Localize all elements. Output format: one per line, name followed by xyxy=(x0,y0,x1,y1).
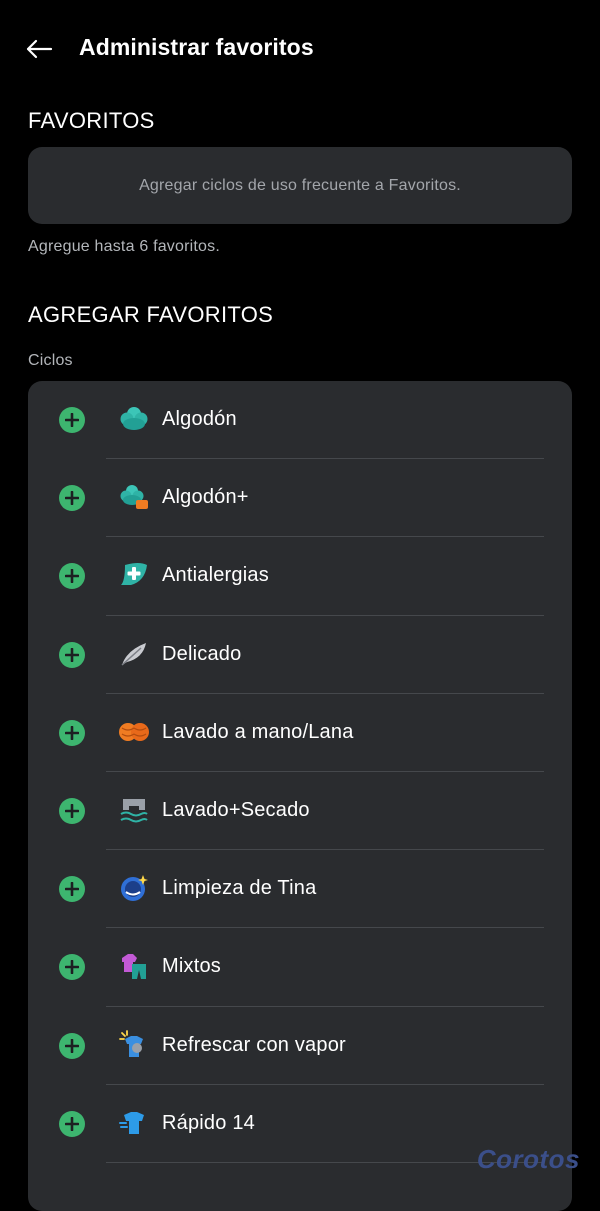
list-item[interactable]: Antialergias xyxy=(28,537,572,616)
add-circle-icon[interactable] xyxy=(59,719,85,746)
quick-shirt-icon xyxy=(118,1107,150,1139)
item-label: Algodón xyxy=(162,408,237,430)
add-circle-icon[interactable] xyxy=(59,1032,85,1059)
back-button[interactable] xyxy=(20,30,58,68)
list-item[interactable]: Mixtos xyxy=(28,928,572,1007)
list-item[interactable]: Algodón+ xyxy=(28,459,572,538)
item-label: Limpieza de Tina xyxy=(162,877,317,900)
top-bar: Administrar favoritos xyxy=(0,0,600,96)
page-title: Administrar favoritos xyxy=(79,34,314,60)
item-label: Refrescar con vapor xyxy=(162,1033,346,1056)
list-item[interactable]: Lavado a mano/Lana xyxy=(28,694,572,772)
item-label: Delicado xyxy=(162,642,242,665)
cycles-list: Algodón Algodón+ Antialergias Delicado L… xyxy=(28,381,572,1211)
favorites-hint: Agregue hasta 6 favoritos. xyxy=(28,238,220,255)
item-label: Rápido 14 xyxy=(162,1111,255,1134)
back-arrow-icon xyxy=(26,39,53,59)
watermark-logo: Corotos xyxy=(476,1144,580,1174)
list-item[interactable]: Limpieza de Tina xyxy=(28,850,572,929)
favorites-empty-text: Agregar ciclos de uso frecuente a Favori… xyxy=(139,176,461,194)
feather-icon xyxy=(118,638,150,670)
list-item[interactable]: Delicado xyxy=(28,616,572,694)
list-item[interactable]: Refrescar con vapor xyxy=(28,1007,572,1085)
list-item[interactable]: Algodón xyxy=(28,381,572,460)
item-label: Lavado+Secado xyxy=(162,798,310,821)
favorites-empty-box: Agregar ciclos de uso frecuente a Favori… xyxy=(28,147,572,224)
tub-clean-icon xyxy=(118,872,150,904)
item-label: Algodón+ xyxy=(162,486,249,509)
add-circle-icon[interactable] xyxy=(59,485,85,512)
add-circle-icon[interactable] xyxy=(59,1110,85,1137)
mixed-clothes-icon xyxy=(118,950,150,982)
list-item[interactable]: Lavado+Secado xyxy=(28,772,572,851)
add-circle-icon[interactable] xyxy=(59,797,85,824)
cycles-label: Ciclos xyxy=(28,352,73,369)
item-label: Antialergias xyxy=(162,564,269,587)
add-circle-icon[interactable] xyxy=(59,563,85,590)
cotton-plus-icon xyxy=(118,481,150,513)
add-circle-icon[interactable] xyxy=(59,954,85,981)
favorites-heading: FAVORITOS xyxy=(28,108,155,133)
add-favorites-heading: AGREGAR FAVORITOS xyxy=(28,302,274,327)
wash-dry-icon xyxy=(118,794,150,826)
wool-icon xyxy=(118,716,150,748)
allergy-care-icon xyxy=(118,559,150,591)
item-label: Mixtos xyxy=(162,955,221,978)
add-circle-icon[interactable] xyxy=(59,641,85,668)
add-circle-icon[interactable] xyxy=(59,876,85,903)
cotton-icon xyxy=(118,403,150,435)
steam-refresh-icon xyxy=(118,1029,150,1061)
item-label: Lavado a mano/Lana xyxy=(162,720,354,743)
add-circle-icon[interactable] xyxy=(59,407,85,433)
